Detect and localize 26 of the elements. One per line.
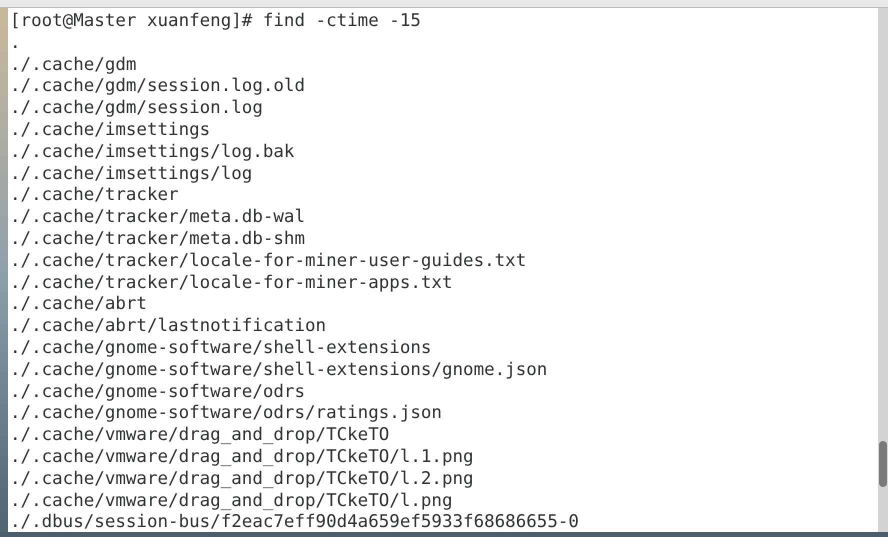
output-line: ./.cache/abrt bbox=[10, 294, 147, 316]
output-line: ./.cache/gnome-software/odrs bbox=[10, 382, 306, 404]
output-line: ./.cache/gnome-software/shell-extensions/gnome.json bbox=[10, 360, 548, 382]
output-line: ./.cache/tracker/meta.db-shm bbox=[10, 228, 306, 251]
output-line: ./.cache/gdm/session.log.old bbox=[10, 76, 306, 98]
output-line: ./.cache/imsettings/log.bak bbox=[10, 142, 294, 164]
output-line: ./.cache/tracker/locale-for-miner-apps.txt bbox=[10, 272, 453, 294]
output-line: ./.cache/tracker bbox=[10, 185, 179, 208]
output-line: ./.cache/tracker/locale-for-miner-user-guides.txt bbox=[10, 250, 526, 273]
output-line: ./.cache/gnome-software/shell-extensions bbox=[10, 338, 432, 360]
output-line: ./.cache/vmware/drag_and_drop/TCkeTO/l.png bbox=[10, 490, 453, 512]
scrollbar-thumb[interactable] bbox=[879, 441, 887, 487]
output-line: ./.cache/gdm/session.log bbox=[10, 98, 263, 120]
output-line: ./.cache/imsettings/log bbox=[10, 164, 252, 186]
output-line: ./.cache/vmware/drag_and_drop/TCkeTO/l.1.png bbox=[10, 446, 474, 469]
command-line: [root@Master xuanfeng]# find -ctime -15 bbox=[10, 11, 421, 33]
output-line: ./.cache/imsettings bbox=[10, 120, 210, 142]
scrollbar[interactable] bbox=[878, 8, 888, 532]
output-line: ./.cache/abrt/lastnotification bbox=[10, 316, 326, 338]
output-line: ./.cache/tracker/meta.db-wal bbox=[10, 207, 306, 229]
output-line: ./.cache/gdm bbox=[10, 54, 136, 76]
output-line: ./.cache/vmware/drag_and_drop/TCkeTO/l.2.png bbox=[10, 468, 474, 491]
output-line: ./.dbus/session-bus/f2eac7eff90d4a659ef5933f68686655-0 bbox=[10, 512, 579, 532]
output-line: ./.cache/gnome-software/odrs/ratings.json bbox=[10, 403, 442, 426]
output-line: . bbox=[10, 32, 21, 55]
output-line: ./.cache/vmware/drag_and_drop/TCkeTO bbox=[10, 425, 390, 447]
